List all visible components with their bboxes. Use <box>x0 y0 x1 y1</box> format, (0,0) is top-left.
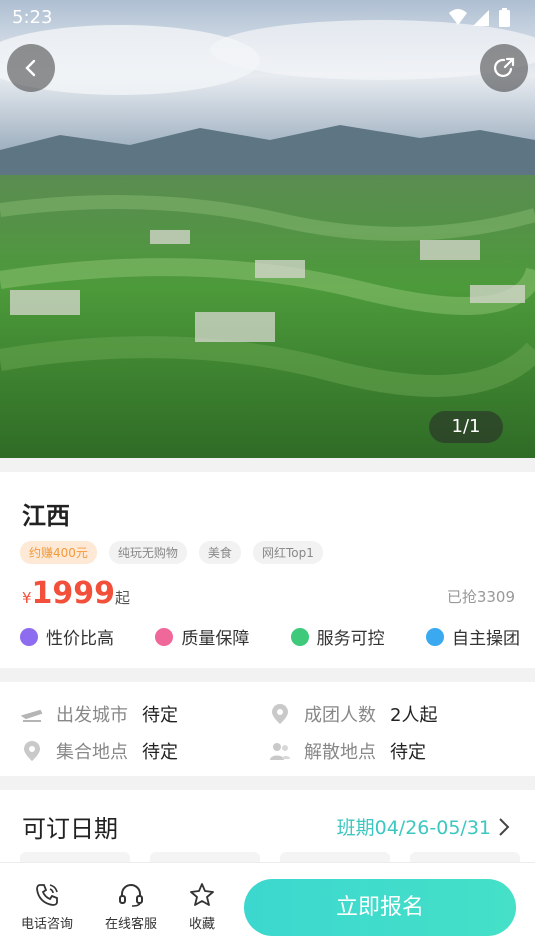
price: ¥1999起 <box>22 576 130 611</box>
date-range-link[interactable]: 班期04/26-05/31 <box>337 813 511 840</box>
price-currency: ¥ <box>22 589 32 607</box>
meta-departure: 出发城市 待定 <box>20 701 178 727</box>
feature-item: 服务可控 <box>290 624 385 649</box>
wifi-icon <box>449 9 467 25</box>
feature-label: 自主操团 <box>451 629 520 649</box>
status-bar: 5:23 <box>0 0 535 36</box>
feature-item: 自主操团 <box>425 624 520 649</box>
back-button[interactable] <box>7 44 55 92</box>
location-pin-icon <box>24 741 40 761</box>
date-range-text: 班期04/26-05/31 <box>336 817 491 839</box>
tag-item: 网红Top1 <box>252 541 323 564</box>
meta-meeting-point: 集合地点 待定 <box>20 738 178 764</box>
feature-label: 性价比高 <box>46 629 114 649</box>
tag-item: 美食 <box>198 541 241 564</box>
share-icon <box>493 57 515 78</box>
online-service-label: 在线客服 <box>104 917 157 932</box>
date-options <box>20 852 520 862</box>
feature-label: 质量保障 <box>181 629 250 649</box>
plane-icon <box>20 709 43 722</box>
signal-icon <box>473 10 489 26</box>
bottom-action-bar: 电话咨询 在线客服 收藏 立即报名 <box>0 862 535 952</box>
landscape-photo <box>0 0 535 458</box>
date-option[interactable] <box>20 852 130 862</box>
feature-list: 性价比高 质量保障 服务可控 自主操团 <box>20 624 520 649</box>
tag-commission: 约赚400元 <box>20 541 97 564</box>
sold-count: 已抢3309 <box>446 588 515 606</box>
meta-dismiss-point: 解散地点 待定 <box>268 738 426 764</box>
meta-label: 出发城市 <box>56 705 128 726</box>
favorite-label: 收藏 <box>188 917 215 932</box>
meta-label: 成团人数 <box>304 705 376 726</box>
meta-label: 解散地点 <box>304 742 376 763</box>
price-suffix: 起 <box>115 589 131 607</box>
meta-group-size: 成团人数 2人起 <box>268 701 437 727</box>
date-option[interactable] <box>410 852 520 862</box>
quality-icon <box>155 627 174 646</box>
favorite-button[interactable]: 收藏 <box>167 881 237 932</box>
meta-value: 2人起 <box>390 705 438 726</box>
headset-icon <box>119 884 143 907</box>
image-counter: 1/1 <box>429 411 503 443</box>
price-amount: 1999 <box>31 576 116 611</box>
star-icon <box>190 883 214 906</box>
location-pin-icon <box>272 704 288 724</box>
meta-value: 待定 <box>142 742 178 763</box>
meta-label: 集合地点 <box>56 742 128 763</box>
service-icon <box>290 627 309 646</box>
feature-label: 服务可控 <box>316 629 385 649</box>
signup-button[interactable]: 立即报名 <box>244 879 516 936</box>
hero-image[interactable]: 5:23 1/1 <box>0 0 535 458</box>
meta-value: 待定 <box>390 742 426 763</box>
feature-item: 质量保障 <box>155 624 249 649</box>
phone-consult-label: 电话咨询 <box>20 917 73 932</box>
meta-value: 待定 <box>142 705 178 726</box>
battery-icon <box>499 10 510 27</box>
product-title: 江西 <box>22 502 70 530</box>
chevron-left-icon <box>25 59 36 77</box>
status-icons <box>449 8 510 27</box>
feature-item: 性价比高 <box>20 624 114 649</box>
date-option[interactable] <box>150 852 260 862</box>
tag-list: 约赚400元 纯玩无购物 美食 网红Top1 <box>20 541 323 564</box>
chevron-right-icon <box>499 817 510 836</box>
tag-item: 纯玩无购物 <box>108 541 187 564</box>
date-section-title: 可订日期 <box>22 815 118 843</box>
online-service-button[interactable]: 在线客服 <box>96 881 166 932</box>
share-button[interactable] <box>480 44 528 92</box>
phone-icon <box>36 884 58 906</box>
value-icon <box>20 627 38 646</box>
people-icon <box>270 743 290 760</box>
phone-consult-button[interactable]: 电话咨询 <box>12 881 82 932</box>
date-option[interactable] <box>280 852 390 862</box>
status-time: 5:23 <box>12 7 53 28</box>
clipboard-icon <box>425 627 444 646</box>
